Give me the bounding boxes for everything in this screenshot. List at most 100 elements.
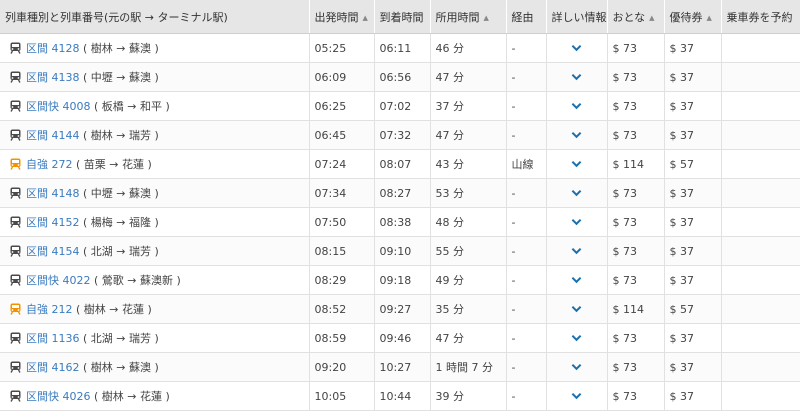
col-header-label: 乗車券を予約	[726, 10, 793, 24]
arrival-time: 09:18	[374, 265, 431, 295]
route-text: ( 樹林 → 花蓮 )	[76, 303, 152, 316]
details-toggle-button[interactable]	[571, 187, 582, 200]
route-text: ( 板橋 → 和平 )	[94, 100, 170, 113]
col-header-label: 優待券	[669, 10, 703, 24]
sort-up-icon[interactable]: ▲	[649, 14, 654, 22]
train-icon	[10, 332, 21, 344]
via-line: -	[506, 207, 547, 237]
train-number-link[interactable]: 自強 212	[26, 303, 73, 316]
details-toggle-button[interactable]	[571, 332, 582, 345]
via-line: -	[506, 323, 547, 353]
arrival-time: 09:27	[374, 294, 431, 324]
header-row: 列車種別と列車番号(元の駅 → ターミナル駅) 出発時間 ▲ 到着時間 所用時間 ▲ 経由 詳…	[0, 0, 800, 34]
details-cell	[546, 265, 608, 295]
col-header-via: 経由	[506, 0, 547, 34]
details-toggle-button[interactable]	[571, 71, 582, 84]
train-number-link[interactable]: 区間 4148	[26, 187, 80, 200]
arrival-time: 10:44	[374, 381, 431, 411]
train-number-link[interactable]: 区間快 4022	[26, 274, 91, 287]
details-toggle-button[interactable]	[571, 245, 582, 258]
train-cell: 区間快 4008 ( 板橋 → 和平 )	[0, 91, 310, 121]
train-number-link[interactable]: 区間 4144	[26, 129, 80, 142]
details-toggle-button[interactable]	[571, 390, 582, 403]
concession-fare: $ 37	[664, 62, 722, 92]
details-cell	[546, 381, 608, 411]
train-number-link[interactable]: 区間 4154	[26, 245, 80, 258]
duration: 47 分	[430, 323, 507, 353]
details-cell	[546, 207, 608, 237]
reserve-cell	[721, 33, 800, 63]
train-icon	[10, 129, 21, 141]
details-cell	[546, 33, 608, 63]
reserve-cell	[721, 323, 800, 353]
adult-fare: $ 73	[607, 265, 665, 295]
details-toggle-button[interactable]	[571, 303, 582, 316]
details-toggle-button[interactable]	[571, 100, 582, 113]
arrival-time: 07:02	[374, 91, 431, 121]
chevron-down-icon	[571, 276, 582, 283]
details-cell	[546, 236, 608, 266]
details-cell	[546, 91, 608, 121]
via-line: -	[506, 33, 547, 63]
via-line: -	[506, 120, 547, 150]
chevron-down-icon	[571, 247, 582, 254]
route-text: ( 樹林 → 蘇澳 )	[83, 42, 159, 55]
concession-fare: $ 37	[664, 178, 722, 208]
train-icon	[10, 187, 21, 199]
arrival-time: 10:27	[374, 352, 431, 382]
details-toggle-button[interactable]	[571, 129, 582, 142]
sort-up-icon[interactable]: ▲	[484, 14, 489, 22]
via-line: -	[506, 236, 547, 266]
details-cell	[546, 294, 608, 324]
reserve-cell	[721, 381, 800, 411]
details-toggle-button[interactable]	[571, 216, 582, 229]
details-cell	[546, 178, 608, 208]
col-header-adult-fare[interactable]: おとな ▲	[607, 0, 665, 34]
sort-up-icon[interactable]: ▲	[707, 14, 712, 22]
train-number-link[interactable]: 区間 4162	[26, 361, 80, 374]
train-number-link[interactable]: 区間 4128	[26, 42, 80, 55]
details-toggle-button[interactable]	[571, 361, 582, 374]
train-cell: 区間 4144 ( 樹林 → 瑞芳 )	[0, 120, 310, 150]
duration: 35 分	[430, 294, 507, 324]
concession-fare: $ 37	[664, 381, 722, 411]
chevron-down-icon	[571, 218, 582, 225]
via-line: -	[506, 265, 547, 295]
train-number-link[interactable]: 区間快 4026	[26, 390, 91, 403]
reserve-cell	[721, 178, 800, 208]
details-toggle-button[interactable]	[571, 274, 582, 287]
col-header-label: 所用時間	[435, 10, 480, 24]
duration: 37 分	[430, 91, 507, 121]
col-header-label: おとな	[612, 10, 646, 24]
train-cell: 区間快 4022 ( 鶯歌 → 蘇澳新 )	[0, 265, 310, 295]
arrival-time: 06:56	[374, 62, 431, 92]
train-icon	[10, 390, 21, 402]
chevron-down-icon	[571, 160, 582, 167]
concession-fare: $ 37	[664, 236, 722, 266]
chevron-down-icon	[571, 334, 582, 341]
details-toggle-button[interactable]	[571, 42, 582, 55]
via-line: 山線	[506, 149, 547, 179]
train-number-link[interactable]: 区間 1136	[26, 332, 80, 345]
train-number-link[interactable]: 区間 4138	[26, 71, 80, 84]
arrival-time: 06:11	[374, 33, 431, 63]
table-row: 区間 4152 ( 楊梅 → 福隆 ) 07:50 08:38 48 分 - $ 73 $ …	[0, 207, 800, 237]
sort-up-icon[interactable]: ▲	[363, 14, 368, 22]
details-toggle-button[interactable]	[571, 158, 582, 171]
col-header-departure[interactable]: 出発時間 ▲	[309, 0, 375, 34]
reserve-cell	[721, 149, 800, 179]
col-header-reserve: 乗車券を予約	[721, 0, 800, 34]
departure-time: 09:20	[309, 352, 375, 382]
adult-fare: $ 73	[607, 33, 665, 63]
route-text: ( 中壢 → 蘇澳 )	[83, 71, 159, 84]
col-header-concession-fare[interactable]: 優待券 ▲	[664, 0, 722, 34]
col-header-duration[interactable]: 所用時間 ▲	[430, 0, 507, 34]
train-number-link[interactable]: 自強 272	[26, 158, 73, 171]
concession-fare: $ 37	[664, 91, 722, 121]
train-number-link[interactable]: 区間 4152	[26, 216, 80, 229]
table-row: 区間快 4026 ( 樹林 → 花蓮 ) 10:05 10:44 39 分 - $ 73 $…	[0, 381, 800, 411]
via-line: -	[506, 62, 547, 92]
duration: 53 分	[430, 178, 507, 208]
adult-fare: $ 73	[607, 236, 665, 266]
train-number-link[interactable]: 区間快 4008	[26, 100, 91, 113]
